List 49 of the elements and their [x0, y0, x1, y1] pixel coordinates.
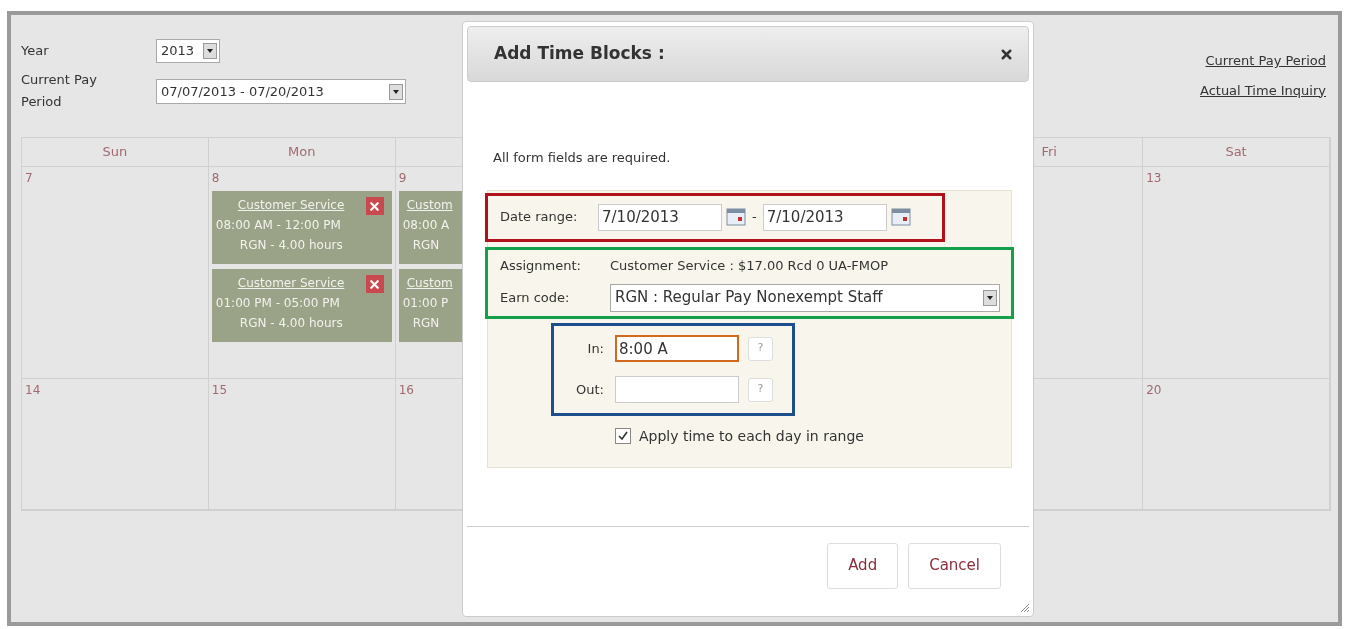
block-hours: RGN: [412, 316, 440, 330]
time-field[interactable]: 8:00 A: [615, 335, 739, 362]
year-select[interactable]: 2013: [156, 39, 220, 63]
apply-checkbox[interactable]: [615, 428, 631, 444]
assignment-value: Customer Service : $17.00 Rcd 0 UA-FMOP: [610, 256, 889, 275]
day-number: 14: [25, 382, 41, 399]
day-number: 9: [398, 170, 407, 187]
pay-period-label: Current Pay Period: [21, 71, 98, 111]
nav-link[interactable]: Current Pay Period: [1205, 51, 1326, 71]
end-date-field[interactable]: 7/10/2013: [762, 203, 887, 231]
delete-icon[interactable]: [365, 275, 384, 293]
calendar-icon[interactable]: [890, 207, 911, 227]
start-date-field[interactable]: 7/10/2013: [598, 203, 722, 231]
block-hours: RGN: [412, 238, 440, 252]
day-number: 16: [398, 382, 414, 399]
close-icon[interactable]: [999, 46, 1014, 62]
time-label: Out:: [575, 380, 604, 399]
weekday-header: Mon: [208, 138, 396, 167]
nav-link[interactable]: Actual Time Inquiry: [1199, 80, 1326, 100]
day-number: 13: [1146, 170, 1162, 187]
year-label: Year: [21, 42, 50, 60]
block-time: 01:00 P: [402, 296, 449, 310]
weekday-header: Sat: [1143, 138, 1330, 167]
time-field[interactable]: [615, 376, 739, 403]
range-separator: -: [752, 208, 757, 227]
apply-checkbox-label: Apply time to each day in range: [639, 426, 864, 446]
assignment-label: Assignment:: [500, 256, 582, 275]
delete-icon[interactable]: [365, 197, 384, 215]
dialog-button[interactable]: Cancel: [908, 542, 1001, 589]
block-time: 01:00 PM - 05:00 PM: [215, 296, 340, 310]
time-label: In:: [586, 339, 604, 358]
pay-period-select[interactable]: 07/07/2013 - 07/20/2013: [156, 79, 406, 104]
day-number: 15: [211, 382, 228, 399]
block-hours: RGN - 4.00 hours: [239, 238, 343, 252]
day-number: 20: [1146, 382, 1162, 399]
calendar-icon[interactable]: [726, 207, 746, 227]
weekday-header: Sun: [22, 138, 209, 167]
dialog-button[interactable]: Add: [827, 542, 899, 589]
dialog-title: Add Time Blocks :: [494, 42, 665, 66]
block-hours: RGN - 4.00 hours: [239, 316, 343, 330]
day-number: 8: [211, 170, 220, 187]
resize-grip-icon[interactable]: [1018, 601, 1030, 613]
block-time: 08:00 A: [402, 218, 450, 232]
block-time: 08:00 AM - 12:00 PM: [215, 218, 341, 232]
day-number: 7: [25, 170, 33, 187]
earn-code-select[interactable]: RGN : Regular Pay Nonexempt Staff: [610, 283, 1000, 312]
required-note: All form fields are required.: [493, 150, 671, 165]
date-range-label: Date range:: [500, 208, 579, 227]
earn-code-label: Earn code:: [500, 288, 571, 307]
